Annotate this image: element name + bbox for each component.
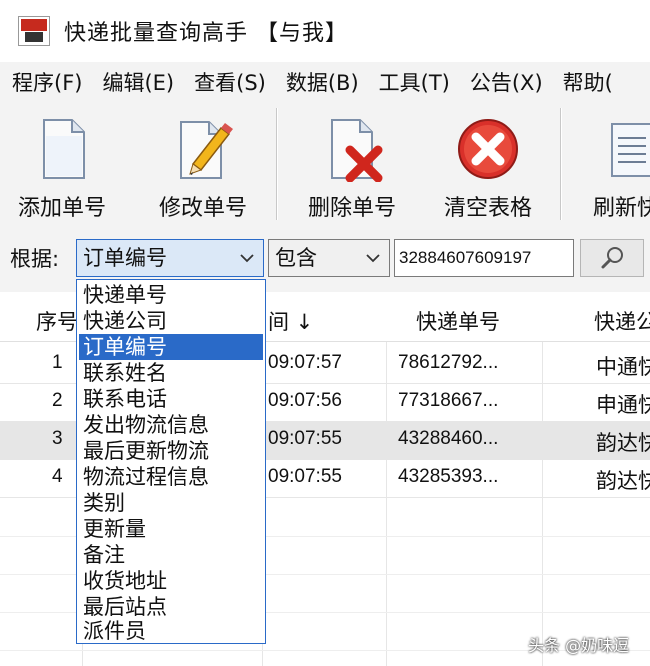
header-time[interactable]: 间 ↓	[268, 306, 313, 336]
search-icon	[601, 247, 623, 269]
toolbar-separator	[560, 108, 562, 220]
toolbar: 添加单号 修改单号 删除单号 清空表格 刷新快	[0, 102, 650, 228]
app-icon	[18, 16, 50, 46]
row-company: 韵达快	[596, 469, 650, 493]
dropdown-option[interactable]: 物流过程信息	[79, 464, 263, 490]
dropdown-option[interactable]: 更新量	[79, 516, 263, 542]
dropdown-option[interactable]: 快递单号	[79, 282, 263, 308]
menu-help[interactable]: 帮助(	[563, 67, 613, 97]
header-seq[interactable]: 序号	[36, 306, 78, 336]
menu-tools[interactable]: 工具(T)	[379, 67, 450, 97]
delete-number-label: 删除单号	[307, 196, 396, 221]
edit-number-button[interactable]: 修改单号	[152, 102, 254, 228]
clear-x-icon	[456, 116, 520, 182]
row-seq: 2	[52, 390, 63, 411]
row-seq: 4	[52, 466, 63, 487]
filter-label: 根据:	[10, 247, 60, 271]
refresh-label: 刷新快	[593, 196, 650, 221]
menu-bar: 程序(F) 编辑(E) 查看(S) 数据(B) 工具(T) 公告(X) 帮助(	[0, 62, 650, 102]
filter-field-dropdown: 快递单号 快递公司 订单编号 联系姓名 联系电话 发出物流信息 最后更新物流 物…	[76, 279, 266, 644]
menu-edit[interactable]: 编辑(E)	[102, 67, 174, 97]
row-time: 09:07:57	[268, 352, 342, 373]
dropdown-option[interactable]: 最后更新物流	[79, 438, 263, 464]
filter-field-value: 订单编号	[83, 246, 167, 270]
refresh-button[interactable]: 刷新快	[590, 102, 650, 228]
dropdown-option[interactable]: 派件员	[79, 618, 263, 644]
filter-value-input[interactable]: 32884607609197	[394, 239, 574, 277]
dropdown-option[interactable]: 发出物流信息	[79, 412, 263, 438]
filter-operator-select[interactable]: 包含	[268, 239, 390, 277]
row-tracking: 43288460...	[398, 428, 499, 449]
chevron-down-icon	[365, 240, 381, 289]
row-tracking: 43285393...	[398, 466, 499, 487]
dropdown-option[interactable]: 联系电话	[79, 386, 263, 412]
menu-view[interactable]: 查看(S)	[194, 67, 266, 97]
dropdown-option[interactable]: 备注	[79, 542, 263, 568]
row-tracking: 77318667...	[398, 390, 499, 411]
dropdown-option-selected[interactable]: 订单编号	[79, 334, 263, 360]
add-number-button[interactable]: 添加单号	[12, 102, 112, 228]
delete-number-button[interactable]: 删除单号	[300, 102, 404, 228]
clear-table-button[interactable]: 清空表格	[436, 102, 540, 228]
row-tracking: 78612792...	[398, 352, 499, 373]
dropdown-option[interactable]: 快递公司	[79, 308, 263, 334]
edit-pencil-icon	[171, 116, 235, 182]
delete-document-icon	[320, 116, 384, 183]
row-time: 09:07:56	[268, 390, 342, 411]
row-company: 韵达快	[596, 431, 650, 455]
header-tracking[interactable]: 快递单号	[416, 306, 500, 336]
dropdown-option[interactable]: 联系姓名	[79, 360, 263, 386]
row-time: 09:07:55	[268, 466, 342, 487]
title-bar: 快递批量查询高手 【与我】	[0, 0, 650, 62]
watermark: 头条 @奶味逗	[528, 636, 630, 655]
document-icon	[30, 116, 94, 182]
row-time: 09:07:55	[268, 428, 342, 449]
toolbar-separator	[276, 108, 278, 220]
edit-number-label: 修改单号	[158, 196, 247, 221]
row-seq: 1	[52, 352, 63, 373]
refresh-list-icon	[590, 116, 650, 182]
search-button[interactable]	[580, 239, 644, 277]
add-number-label: 添加单号	[17, 196, 106, 221]
row-seq: 3	[52, 428, 63, 449]
clear-table-label: 清空表格	[443, 196, 532, 221]
dropdown-option[interactable]: 收货地址	[79, 568, 263, 594]
row-company: 申通快	[596, 393, 650, 417]
dropdown-option[interactable]: 类别	[79, 490, 263, 516]
menu-data[interactable]: 数据(B)	[286, 67, 359, 97]
dropdown-option[interactable]: 最后站点	[79, 594, 263, 620]
menu-program[interactable]: 程序(F)	[12, 67, 82, 97]
window-title: 快递批量查询高手 【与我】	[64, 21, 348, 46]
filter-field-select[interactable]: 订单编号	[76, 239, 264, 277]
menu-notice[interactable]: 公告(X)	[470, 67, 543, 97]
row-company: 中通快	[596, 355, 650, 379]
header-company[interactable]: 快递公	[594, 306, 650, 336]
filter-operator-value: 包含	[275, 246, 317, 270]
